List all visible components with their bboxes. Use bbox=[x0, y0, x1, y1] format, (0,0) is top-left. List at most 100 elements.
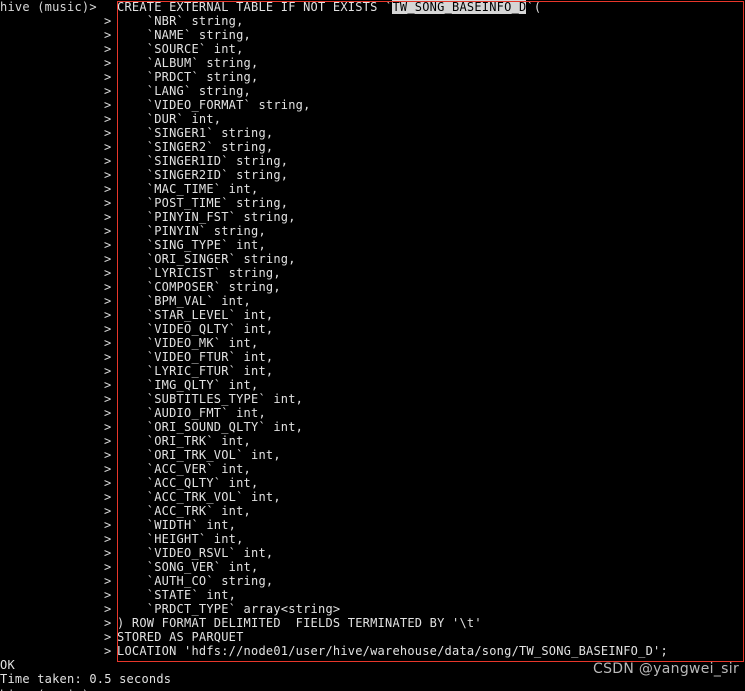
column-definition-line: > `ACC_QLTY` int, bbox=[0, 476, 745, 490]
column-definition-line: > `ALBUM` string, bbox=[0, 56, 745, 70]
column-definition-line: > `ORI_SOUND_QLTY` int, bbox=[0, 420, 745, 434]
continuation-prompt: > bbox=[104, 98, 112, 112]
continuation-prompt: > bbox=[104, 56, 112, 70]
column-definition-text: `ACC_VER` int, bbox=[117, 462, 252, 476]
continuation-prompt: > bbox=[104, 140, 112, 154]
column-definition-text: `STAR_LEVEL` int, bbox=[117, 308, 274, 322]
continuation-prompt: > bbox=[104, 294, 112, 308]
column-definition-line: > `STAR_LEVEL` int, bbox=[0, 308, 745, 322]
sql-clause-text: STORED AS PARQUET bbox=[117, 630, 244, 644]
column-definition-text: `SINGER2ID` string, bbox=[117, 168, 289, 182]
column-definition-line: > `NBR` string, bbox=[0, 14, 745, 28]
terminal-window[interactable]: hive (music)> CREATE EXTERNAL TABLE IF NO… bbox=[0, 0, 745, 691]
column-definition-text: `VIDEO_FTUR` int, bbox=[117, 350, 274, 364]
column-definition-text: `ORI_SOUND_QLTY` int, bbox=[117, 420, 304, 434]
column-definition-text: `WIDTH` int, bbox=[117, 518, 237, 532]
column-definition-text: `STATE` int, bbox=[117, 588, 237, 602]
column-definition-text: `ACC_TRK` int, bbox=[117, 504, 252, 518]
column-definition-text: `VIDEO_MK` int, bbox=[117, 336, 259, 350]
continuation-prompt: > bbox=[104, 504, 112, 518]
column-definition-text: `AUTH_CO` string, bbox=[117, 574, 274, 588]
column-definition-line: > `VIDEO_FTUR` int, bbox=[0, 350, 745, 364]
column-definition-line: > `SONG_VER` int, bbox=[0, 560, 745, 574]
continuation-prompt: > bbox=[104, 392, 112, 406]
column-definition-line: > `VIDEO_QLTY` int, bbox=[0, 322, 745, 336]
continuation-prompt: > bbox=[104, 70, 112, 84]
column-definition-text: `DUR` int, bbox=[117, 112, 222, 126]
sql-clause-line: >) ROW FORMAT DELIMITED FIELDS TERMINATE… bbox=[0, 616, 745, 630]
column-definition-line: > `ACC_TRK_VOL` int, bbox=[0, 490, 745, 504]
command-line-create-table: hive (music)> CREATE EXTERNAL TABLE IF NO… bbox=[0, 0, 745, 14]
continuation-prompt: > bbox=[104, 490, 112, 504]
column-definition-line: > `BPM_VAL` int, bbox=[0, 294, 745, 308]
column-definition-line: > `VIDEO_RSVL` int, bbox=[0, 546, 745, 560]
continuation-prompt: > bbox=[104, 546, 112, 560]
column-definition-text: `POST_TIME` string, bbox=[117, 196, 289, 210]
sql-create-prefix: CREATE EXTERNAL TABLE IF NOT EXISTS ` bbox=[117, 0, 393, 14]
continuation-prompt: > bbox=[104, 350, 112, 364]
continuation-prompt: > bbox=[104, 168, 112, 182]
column-definition-text: `ALBUM` string, bbox=[117, 56, 259, 70]
continuation-prompt: > bbox=[104, 112, 112, 126]
continuation-prompt: > bbox=[104, 126, 112, 140]
column-definition-line: > `ORI_TRK_VOL` int, bbox=[0, 448, 745, 462]
continuation-prompt: > bbox=[104, 252, 112, 266]
column-definition-line: > `IMG_QLTY` int, bbox=[0, 378, 745, 392]
continuation-prompt: > bbox=[104, 182, 112, 196]
column-definition-text: `LANG` string, bbox=[117, 84, 252, 98]
column-definition-text: `ACC_TRK_VOL` int, bbox=[117, 490, 281, 504]
continuation-prompt: > bbox=[104, 560, 112, 574]
column-definition-text: `COMPOSER` string, bbox=[117, 280, 281, 294]
column-definition-line: > `SUBTITLES_TYPE` int, bbox=[0, 392, 745, 406]
column-definition-text: `SOURCE` int, bbox=[117, 42, 244, 56]
continuation-prompt: > bbox=[104, 364, 112, 378]
column-definition-line: > `SING_TYPE` int, bbox=[0, 238, 745, 252]
terminal-output-area: hive (music)> CREATE EXTERNAL TABLE IF NO… bbox=[0, 0, 745, 686]
column-definition-text: `LYRIC_FTUR` int, bbox=[117, 364, 274, 378]
column-definition-text: `NBR` string, bbox=[117, 14, 244, 28]
column-definition-line: > `SINGER1ID` string, bbox=[0, 154, 745, 168]
column-definition-line: > `POST_TIME` string, bbox=[0, 196, 745, 210]
continuation-prompt: > bbox=[104, 280, 112, 294]
shell-prompt: hive (music)> bbox=[0, 0, 97, 14]
csdn-watermark: CSDN @yangwei_sir bbox=[593, 661, 739, 677]
continuation-prompt: > bbox=[104, 196, 112, 210]
continuation-prompt: > bbox=[104, 574, 112, 588]
column-definition-line: > `LANG` string, bbox=[0, 84, 745, 98]
selected-table-identifier[interactable]: TW_SONG_BASEINFO_D bbox=[392, 0, 527, 14]
column-definition-line: > `PINYIN_FST` string, bbox=[0, 210, 745, 224]
continuation-prompt: > bbox=[104, 308, 112, 322]
continuation-prompt: > bbox=[104, 238, 112, 252]
column-definition-text: `HEIGHT` int, bbox=[117, 532, 244, 546]
continuation-prompt: > bbox=[104, 406, 112, 420]
continuation-prompt: > bbox=[104, 28, 112, 42]
sql-create-suffix: `( bbox=[526, 0, 542, 14]
continuation-prompt: > bbox=[104, 266, 112, 280]
column-definition-line: > `DUR` int, bbox=[0, 112, 745, 126]
column-definition-line: > `PRDCT_TYPE` array<string> bbox=[0, 602, 745, 616]
column-definition-line: > `AUDIO_FMT` int, bbox=[0, 406, 745, 420]
column-definition-line: > `ORI_SINGER` string, bbox=[0, 252, 745, 266]
sql-clause-text: LOCATION 'hdfs://node01/user/hive/wareho… bbox=[117, 644, 668, 658]
column-definition-line: > `PINYIN` string, bbox=[0, 224, 745, 238]
column-definition-line: > `SOURCE` int, bbox=[0, 42, 745, 56]
column-definition-text: `PRDCT_TYPE` array<string> bbox=[117, 602, 341, 616]
column-definition-line: > `LYRICIST` string, bbox=[0, 266, 745, 280]
column-definition-text: `ORI_SINGER` string, bbox=[117, 252, 296, 266]
column-definition-line: > `HEIGHT` int, bbox=[0, 532, 745, 546]
column-definition-line: > `VIDEO_FORMAT` string, bbox=[0, 98, 745, 112]
column-definition-text: `SING_TYPE` int, bbox=[117, 238, 266, 252]
continuation-prompt: > bbox=[104, 630, 112, 644]
column-definition-line: > `ACC_VER` int, bbox=[0, 462, 745, 476]
column-definition-line: > `STATE` int, bbox=[0, 588, 745, 602]
column-definition-line: > `LYRIC_FTUR` int, bbox=[0, 364, 745, 378]
column-definition-line: > `AUTH_CO` string, bbox=[0, 574, 745, 588]
continuation-prompt: > bbox=[104, 14, 112, 28]
column-definition-text: `VIDEO_RSVL` int, bbox=[117, 546, 274, 560]
continuation-prompt: > bbox=[104, 210, 112, 224]
column-definition-line: > `ORI_TRK` int, bbox=[0, 434, 745, 448]
continuation-prompt: > bbox=[104, 532, 112, 546]
column-definition-text: `BPM_VAL` int, bbox=[117, 294, 252, 308]
column-definition-text: `SINGER1ID` string, bbox=[117, 154, 289, 168]
column-definition-line: > `NAME` string, bbox=[0, 28, 745, 42]
